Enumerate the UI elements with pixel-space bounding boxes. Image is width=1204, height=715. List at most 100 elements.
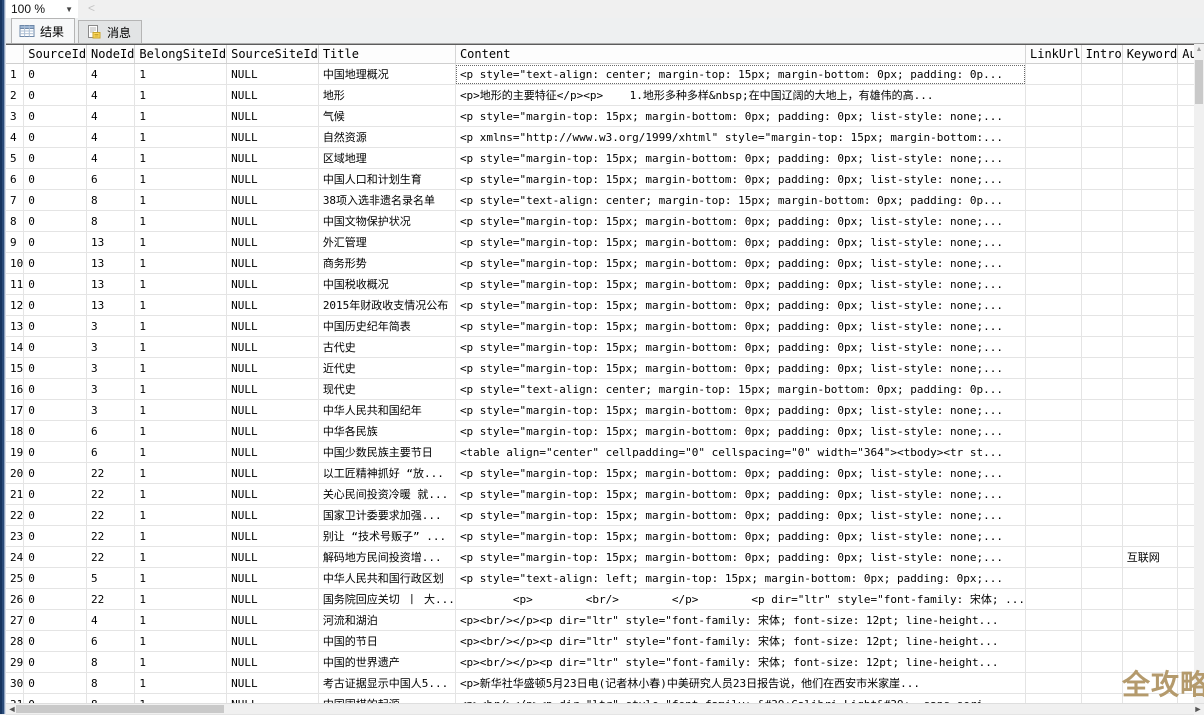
cell-LinkUrl[interactable] — [1026, 400, 1082, 421]
cell-Author[interactable] — [1178, 379, 1194, 400]
cell-LinkUrl[interactable] — [1026, 484, 1082, 505]
select-all-corner[interactable] — [6, 45, 24, 64]
tab-results[interactable]: 结果 — [11, 18, 75, 43]
cell-SourceSiteId[interactable]: NULL — [227, 505, 319, 526]
row-header[interactable]: 27 — [6, 610, 24, 631]
column-header-NodeId[interactable]: NodeId — [87, 45, 135, 64]
cell-Intro[interactable] — [1081, 253, 1122, 274]
cell-Keyword[interactable] — [1122, 505, 1178, 526]
cell-Title[interactable]: 中国的世界遗产 — [318, 652, 455, 673]
cell-Intro[interactable] — [1081, 64, 1122, 85]
cell-Author[interactable] — [1178, 421, 1194, 442]
cell-Author[interactable] — [1178, 64, 1194, 85]
cell-Title[interactable]: 解码地方民间投资增... — [318, 547, 455, 568]
cell-SourceSiteId[interactable]: NULL — [227, 631, 319, 652]
cell-NodeId[interactable]: 13 — [87, 295, 135, 316]
row-header[interactable]: 10 — [6, 253, 24, 274]
cell-SourceSiteId[interactable]: NULL — [227, 64, 319, 85]
cell-LinkUrl[interactable] — [1026, 64, 1082, 85]
cell-Title[interactable]: 区域地理 — [318, 148, 455, 169]
cell-Intro[interactable] — [1081, 358, 1122, 379]
cell-Author[interactable] — [1178, 127, 1194, 148]
cell-NodeId[interactable]: 8 — [87, 652, 135, 673]
cell-SourceSiteId[interactable]: NULL — [227, 526, 319, 547]
cell-Title[interactable]: 中华各民族 — [318, 421, 455, 442]
cell-NodeId[interactable]: 13 — [87, 274, 135, 295]
cell-BelongSiteId[interactable]: 1 — [135, 253, 227, 274]
cell-Content[interactable]: <p style="margin-top: 15px; margin-botto… — [455, 295, 1025, 316]
cell-SourceSiteId[interactable]: NULL — [227, 463, 319, 484]
cell-Content[interactable]: <p><br/></p><p dir="ltr" style="font-fam… — [455, 610, 1025, 631]
row-header[interactable]: 30 — [6, 673, 24, 694]
cell-Content[interactable]: <p style="margin-top: 15px; margin-botto… — [455, 274, 1025, 295]
cell-Intro[interactable] — [1081, 568, 1122, 589]
cell-SourceSiteId[interactable]: NULL — [227, 337, 319, 358]
cell-Content[interactable]: <p style="margin-top: 15px; margin-botto… — [455, 358, 1025, 379]
cell-SourceSiteId[interactable]: NULL — [227, 673, 319, 694]
cell-Author[interactable] — [1178, 253, 1194, 274]
cell-LinkUrl[interactable] — [1026, 421, 1082, 442]
cell-Content[interactable]: <p>地形的主要特征</p><p> 1.地形多种多样&nbsp;在中国辽阔的大地… — [455, 85, 1025, 106]
cell-SourceId[interactable]: 0 — [24, 547, 87, 568]
cell-Author[interactable] — [1178, 274, 1194, 295]
cell-Title[interactable]: 中国少数民族主要节日 — [318, 442, 455, 463]
cell-Content[interactable]: <p style="text-align: center; margin-top… — [455, 190, 1025, 211]
cell-Author[interactable] — [1178, 568, 1194, 589]
row-header[interactable]: 21 — [6, 484, 24, 505]
cell-SourceSiteId[interactable]: NULL — [227, 316, 319, 337]
cell-SourceSiteId[interactable]: NULL — [227, 358, 319, 379]
cell-NodeId[interactable]: 22 — [87, 463, 135, 484]
cell-SourceSiteId[interactable]: NULL — [227, 610, 319, 631]
cell-Keyword[interactable] — [1122, 568, 1178, 589]
row-header[interactable]: 6 — [6, 169, 24, 190]
cell-Title[interactable]: 中国历史纪年简表 — [318, 316, 455, 337]
cell-Author[interactable] — [1178, 358, 1194, 379]
cell-LinkUrl[interactable] — [1026, 505, 1082, 526]
cell-NodeId[interactable]: 22 — [87, 484, 135, 505]
cell-NodeId[interactable]: 6 — [87, 421, 135, 442]
cell-Intro[interactable] — [1081, 274, 1122, 295]
cell-Keyword[interactable] — [1122, 85, 1178, 106]
cell-LinkUrl[interactable] — [1026, 358, 1082, 379]
row-header[interactable]: 15 — [6, 358, 24, 379]
cell-BelongSiteId[interactable]: 1 — [135, 127, 227, 148]
cell-Title[interactable]: 河流和湖泊 — [318, 610, 455, 631]
cell-Keyword[interactable] — [1122, 610, 1178, 631]
cell-Content[interactable]: <p style="text-align: center; margin-top… — [455, 379, 1025, 400]
cell-NodeId[interactable]: 6 — [87, 169, 135, 190]
cell-Intro[interactable] — [1081, 316, 1122, 337]
cell-Title[interactable]: 地形 — [318, 85, 455, 106]
cell-Content[interactable]: <p style="margin-top: 15px; margin-botto… — [455, 505, 1025, 526]
cell-NodeId[interactable]: 4 — [87, 127, 135, 148]
cell-Keyword[interactable] — [1122, 526, 1178, 547]
cell-NodeId[interactable]: 8 — [87, 673, 135, 694]
cell-Author[interactable] — [1178, 442, 1194, 463]
cell-Content[interactable]: <p style="margin-top: 15px; margin-botto… — [455, 400, 1025, 421]
cell-BelongSiteId[interactable]: 1 — [135, 568, 227, 589]
cell-SourceSiteId[interactable]: NULL — [227, 379, 319, 400]
cell-Title[interactable]: 外汇管理 — [318, 232, 455, 253]
cell-Keyword[interactable] — [1122, 232, 1178, 253]
cell-Content[interactable]: <p style="margin-top: 15px; margin-botto… — [455, 106, 1025, 127]
row-header[interactable]: 23 — [6, 526, 24, 547]
cell-BelongSiteId[interactable]: 1 — [135, 463, 227, 484]
cell-NodeId[interactable]: 8 — [87, 190, 135, 211]
cell-Content[interactable]: <p style="margin-top: 15px; margin-botto… — [455, 484, 1025, 505]
cell-NodeId[interactable]: 22 — [87, 526, 135, 547]
row-header[interactable]: 20 — [6, 463, 24, 484]
column-header-Content[interactable]: Content — [455, 45, 1025, 64]
cell-Keyword[interactable] — [1122, 106, 1178, 127]
cell-Keyword[interactable] — [1122, 337, 1178, 358]
cell-SourceId[interactable]: 0 — [24, 442, 87, 463]
cell-Intro[interactable] — [1081, 295, 1122, 316]
cell-LinkUrl[interactable] — [1026, 127, 1082, 148]
cell-Author[interactable] — [1178, 547, 1194, 568]
cell-BelongSiteId[interactable]: 1 — [135, 610, 227, 631]
cell-Intro[interactable] — [1081, 463, 1122, 484]
cell-Author[interactable] — [1178, 148, 1194, 169]
cell-SourceSiteId[interactable]: NULL — [227, 148, 319, 169]
cell-NodeId[interactable]: 6 — [87, 631, 135, 652]
cell-SourceId[interactable]: 0 — [24, 505, 87, 526]
cell-Intro[interactable] — [1081, 337, 1122, 358]
cell-SourceSiteId[interactable]: NULL — [227, 169, 319, 190]
